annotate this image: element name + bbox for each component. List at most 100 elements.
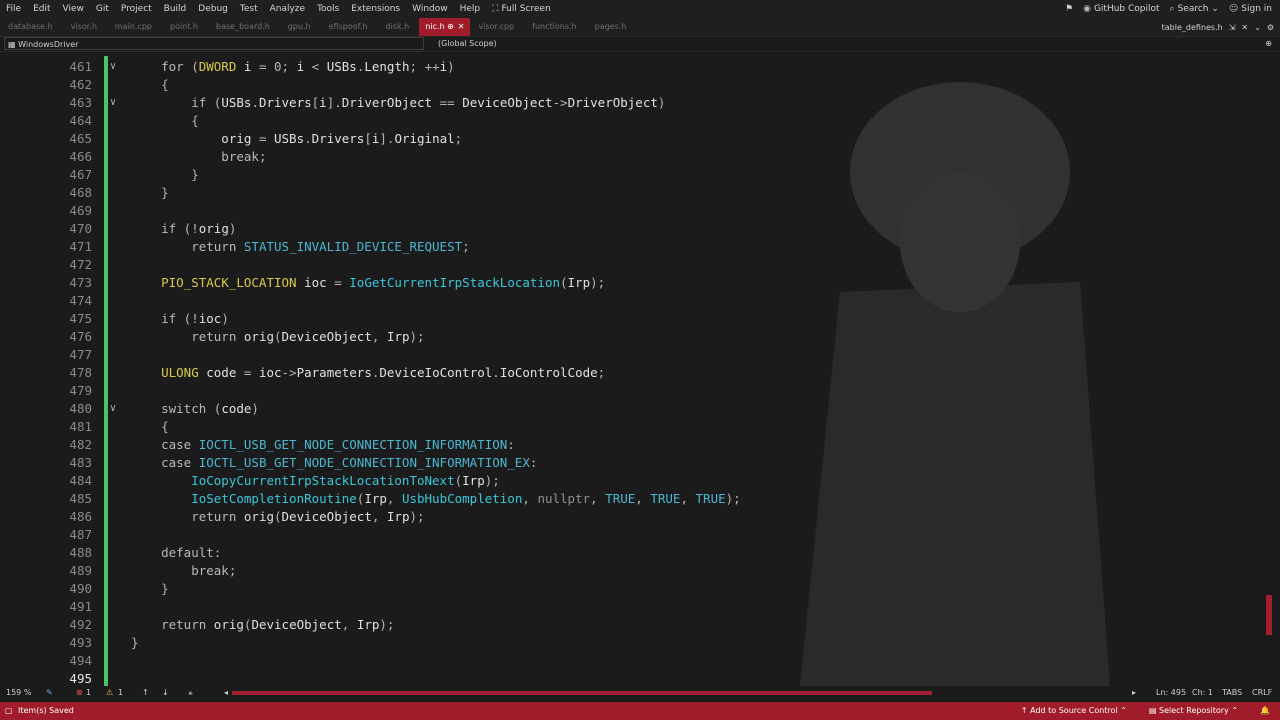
signin-button[interactable]: ☺ Sign in xyxy=(1229,4,1272,14)
split-icon[interactable]: ⊕ xyxy=(1265,37,1272,51)
zoom-level[interactable]: 159 % xyxy=(6,688,31,697)
code-line[interactable]: 488 default: xyxy=(0,544,1262,562)
menu-item[interactable]: Extensions xyxy=(345,0,406,18)
code-line[interactable]: 485 IoSetCompletionRoutine(Irp, UsbHubCo… xyxy=(0,490,1262,508)
copilot-button[interactable]: ◉ GitHub Copilot xyxy=(1083,4,1159,14)
code-line[interactable]: 479 xyxy=(0,382,1262,400)
feedback-icon[interactable]: ⚑ xyxy=(1065,4,1073,14)
column-indicator[interactable]: Ch: 1 xyxy=(1192,688,1213,697)
code-line[interactable]: 467 } xyxy=(0,166,1262,184)
code-line[interactable]: 478 ULONG code = ioc->Parameters.DeviceI… xyxy=(0,364,1262,382)
brush-icon[interactable]: ✎ xyxy=(46,688,53,697)
down-arrow-icon[interactable]: ↓ xyxy=(162,688,169,697)
menu-item[interactable]: Tools xyxy=(311,0,345,18)
close-icon[interactable]: ✕ xyxy=(1241,23,1248,32)
code-line[interactable]: 473 PIO_STACK_LOCATION ioc = IoGetCurren… xyxy=(0,274,1262,292)
fold-chevron-icon[interactable]: ∨ xyxy=(110,400,116,418)
code-line[interactable]: 489 break; xyxy=(0,562,1262,580)
menu-item[interactable]: File xyxy=(0,0,27,18)
code-line[interactable]: 482 case IOCTL_USB_GET_NODE_CONNECTION_I… xyxy=(0,436,1262,454)
tab-nic-h-active[interactable]: nic.h ⊕ ✕ xyxy=(419,18,471,36)
code-line[interactable]: 474 xyxy=(0,292,1262,310)
menu-item[interactable]: Build xyxy=(158,0,193,18)
pin-icon[interactable]: ⊕ xyxy=(447,22,454,31)
search-button[interactable]: ⌕ Search ⌄ xyxy=(1170,4,1219,14)
code-line[interactable]: 461 ∨ for (DWORD i = 0; i < USBs.Length; … xyxy=(0,58,1262,76)
scroll-thumb[interactable] xyxy=(1266,595,1272,635)
code-editor[interactable]: 461 ∨ for (DWORD i = 0; i < USBs. Length; … xyxy=(0,52,1262,686)
code-line[interactable]: 481 { xyxy=(0,418,1262,436)
cleanup-icon[interactable]: ⚹ xyxy=(188,688,193,698)
tab-database-h[interactable]: database.h xyxy=(0,18,63,36)
error-icon[interactable]: ⊗ xyxy=(76,688,83,697)
tab-functions-h[interactable]: functions.h xyxy=(524,18,586,36)
tab-gpu-h[interactable]: gpu.h xyxy=(280,18,321,36)
code-line[interactable]: 480 ∨ switch (code) xyxy=(0,400,1262,418)
code-line[interactable]: 484 IoCopyCurrentIrpStackLocationToNext(… xyxy=(0,472,1262,490)
up-arrow-icon[interactable]: ↑ xyxy=(142,688,149,697)
code-line[interactable]: 490 } xyxy=(0,580,1262,598)
line-ending[interactable]: CRLF xyxy=(1252,688,1272,697)
scope-dropdown[interactable]: (Global Scope) xyxy=(438,37,497,51)
project-dropdown[interactable]: ▦ WindowsDriver xyxy=(4,37,424,50)
menu-item[interactable]: Analyze xyxy=(264,0,311,18)
code-line[interactable]: 495 xyxy=(0,670,1262,686)
menu-item[interactable]: Project xyxy=(115,0,158,18)
code-token: orig xyxy=(198,221,229,236)
notifications-icon[interactable]: 🔔 xyxy=(1260,702,1270,720)
code-line[interactable]: 463 ∨ if (USBs.Drivers[i].DriverObject ==… xyxy=(0,94,1262,112)
scroll-right-icon[interactable]: ▸ xyxy=(1132,688,1136,697)
code-line[interactable]: 465 orig = USBs.Drivers[i].Original; xyxy=(0,130,1262,148)
tab-visor-h[interactable]: visor.h xyxy=(63,18,107,36)
menu-item[interactable]: Help xyxy=(454,0,487,18)
code-line[interactable]: 486 return orig(DeviceObject, Irp); xyxy=(0,508,1262,526)
select-repository-button[interactable]: ▤ Select Repository ⌃ xyxy=(1149,702,1238,720)
scroll-left-icon[interactable]: ◂ xyxy=(224,688,228,697)
settings-icon[interactable]: ⚙ xyxy=(1267,23,1274,32)
fold-chevron-icon[interactable]: ∨ xyxy=(110,94,116,112)
tab-point-h[interactable]: point.h xyxy=(162,18,208,36)
code-line[interactable]: 491 xyxy=(0,598,1262,616)
pin-icon[interactable]: ⇲ xyxy=(1229,23,1236,32)
tab-visor-cpp[interactable]: visor.cpp xyxy=(470,18,524,36)
tab-pages-h[interactable]: pages.h xyxy=(587,18,637,36)
code-line[interactable]: 469 xyxy=(0,202,1262,220)
code-line[interactable]: 494 xyxy=(0,652,1262,670)
tab-base-board-h[interactable]: base_board.h xyxy=(208,18,280,36)
code-line[interactable]: 462 { xyxy=(0,76,1262,94)
indent-mode[interactable]: TABS xyxy=(1222,688,1242,697)
code-line[interactable]: 477 xyxy=(0,346,1262,364)
menu-item[interactable]: Window xyxy=(406,0,454,18)
tab-disk-h[interactable]: disk.h xyxy=(377,18,419,36)
code-line[interactable]: 466 break; xyxy=(0,148,1262,166)
close-tab-icon[interactable]: ✕ xyxy=(458,22,465,31)
right-tab[interactable]: table_defines.h xyxy=(1162,23,1223,32)
code-line[interactable]: 493} xyxy=(0,634,1262,652)
code-line[interactable]: 472 xyxy=(0,256,1262,274)
menu-item[interactable]: View xyxy=(57,0,90,18)
code-line[interactable]: 483 case IOCTL_USB_GET_NODE_CONNECTION_I… xyxy=(0,454,1262,472)
fold-chevron-icon[interactable]: ∨ xyxy=(110,58,116,76)
code-line[interactable]: 468 } xyxy=(0,184,1262,202)
add-source-control-button[interactable]: ↑ Add to Source Control ⌃ xyxy=(1021,702,1127,720)
tab-efispoof-h[interactable]: efispoof.h xyxy=(321,18,378,36)
horizontal-scroll-thumb[interactable] xyxy=(232,691,932,695)
menu-item[interactable]: Test xyxy=(234,0,264,18)
code-line[interactable]: 475 if (!ioc) xyxy=(0,310,1262,328)
menu-item[interactable]: Debug xyxy=(192,0,234,18)
fullscreen-button[interactable]: ⛶ Full Screen xyxy=(486,0,557,18)
code-line[interactable]: 470 if (!orig) xyxy=(0,220,1262,238)
menu-item[interactable]: Edit xyxy=(27,0,56,18)
code-line[interactable]: 471 return STATUS_INVALID_DEVICE_REQUEST… xyxy=(0,238,1262,256)
code-line[interactable]: 487 xyxy=(0,526,1262,544)
fullscreen-label: Full Screen xyxy=(501,4,551,14)
code-line[interactable]: 464 { xyxy=(0,112,1262,130)
warning-icon[interactable]: ⚠ xyxy=(106,688,113,697)
code-line[interactable]: 492 return orig(DeviceObject, Irp); xyxy=(0,616,1262,634)
code-line[interactable]: 476 return orig(DeviceObject, Irp); xyxy=(0,328,1262,346)
menu-item[interactable]: Git xyxy=(90,0,115,18)
tab-main-cpp[interactable]: main.cpp xyxy=(107,18,162,36)
vertical-scrollbar[interactable] xyxy=(1262,52,1280,686)
dropdown-icon[interactable]: ⌄ xyxy=(1254,23,1261,32)
line-indicator[interactable]: Ln: 495 xyxy=(1156,688,1186,697)
